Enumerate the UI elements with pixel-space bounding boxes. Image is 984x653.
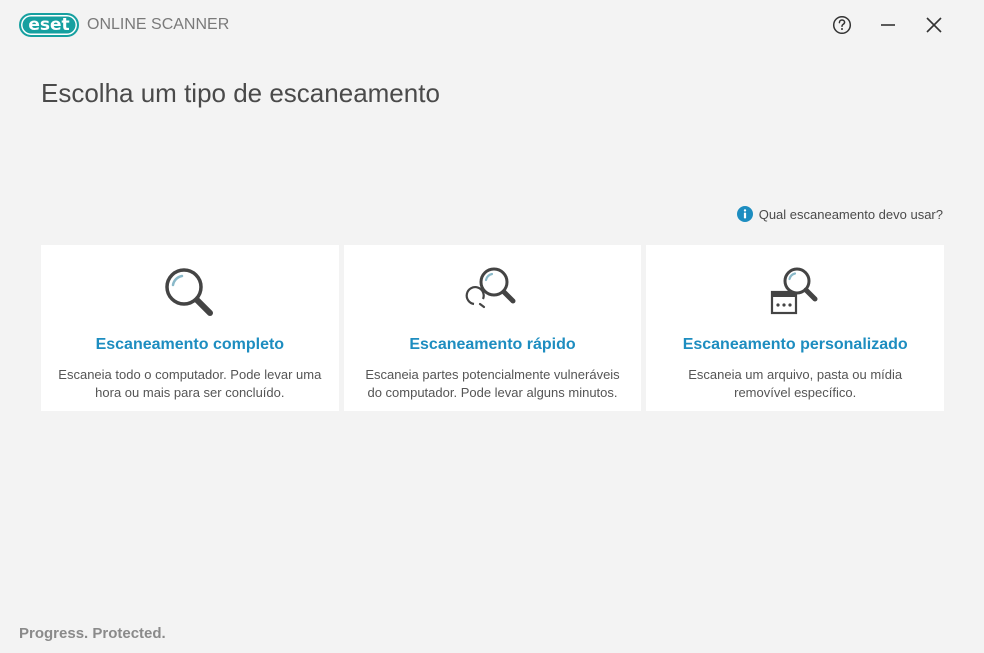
- magnifier-clock-icon: [465, 267, 515, 309]
- card-full-scan[interactable]: Escaneamento completo Escaneia todo o co…: [41, 245, 339, 411]
- info-icon: [736, 206, 753, 222]
- which-scan-help-link[interactable]: Qual escaneamento devo usar?: [736, 206, 943, 222]
- help-circle-icon: [832, 15, 852, 35]
- minimize-button[interactable]: [874, 11, 902, 39]
- page-title: Escolha um tipo de escaneamento: [41, 78, 440, 108]
- close-button[interactable]: [920, 11, 948, 39]
- eset-logo: eset ONLINE SCANNER: [19, 13, 229, 37]
- title-bar: eset ONLINE SCANNER: [0, 0, 984, 50]
- help-link-label: Qual escaneamento devo usar?: [758, 206, 943, 222]
- magnifier-icon: [165, 268, 213, 316]
- magnifier-window-icon: [771, 267, 818, 315]
- card-description: Escaneia partes potencialmente vulneráve…: [365, 367, 620, 400]
- card-description: Escaneia um arquivo, pasta ou mídia remo…: [688, 367, 903, 400]
- close-icon: [926, 17, 942, 33]
- scan-type-cards: Escaneamento completo Escaneia todo o co…: [41, 245, 945, 411]
- card-title: Escaneamento rápido: [409, 336, 576, 353]
- help-button[interactable]: [828, 11, 856, 39]
- card-custom-scan[interactable]: Escaneamento personalizado Escaneia um a…: [646, 245, 945, 411]
- eset-logo-badge: eset: [19, 13, 79, 37]
- card-title: Escaneamento completo: [95, 336, 285, 353]
- card-description: Escaneia todo o computador. Pode levar u…: [58, 367, 322, 400]
- minimize-icon: [881, 24, 895, 26]
- footer-slogan: Progress. Protected.: [19, 625, 166, 642]
- product-name: ONLINE SCANNER: [87, 16, 230, 33]
- card-title: Escaneamento personalizado: [682, 336, 908, 353]
- card-quick-scan[interactable]: Escaneamento rápido Escaneia partes pote…: [343, 245, 642, 411]
